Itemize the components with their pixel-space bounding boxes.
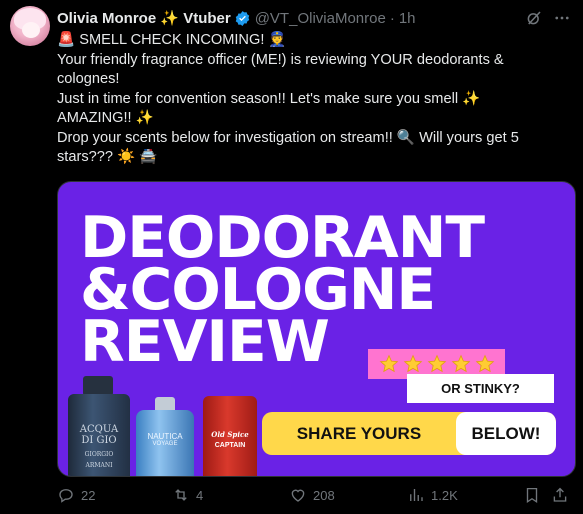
avatar[interactable] [10,6,50,46]
star-icon [403,354,423,374]
stick-label: Old Spice CAPTAIN [205,430,255,449]
bottle-label-sub: VOYAGE [152,441,178,447]
grok-icon[interactable] [525,9,543,27]
star-icon [379,354,399,374]
repost-icon [175,489,187,501]
share-banner: SHARE YOURS BELOW! [262,412,556,455]
views-icon [410,489,423,501]
share-icon [553,487,567,502]
below-text: BELOW! [456,412,556,455]
verified-icon[interactable] [234,10,251,27]
post-header: Olivia Monroe ✨ Vtuber @VT_OliviaMonroe … [57,8,571,28]
image-title: DEODORANT &COLOGNE REVIEW [80,210,485,371]
bottle-label: ACQUA DI GIO GIORGIO ARMANI [74,424,124,471]
stick-label-sub: CAPTAIN [214,442,246,449]
share-button[interactable] [551,486,569,504]
separator-dot: · [389,9,395,27]
bottle-label-main: NAUTICA [147,432,183,441]
repost-count: 4 [196,487,204,503]
reply-icon [59,489,73,503]
reply-count: 22 [81,487,96,503]
bookmark-icon [526,487,538,504]
stinky-label: OR STINKY? [407,374,554,403]
cologne-bottle-cap [83,376,113,396]
post-line: Drop your scents below for investigation… [57,129,519,166]
views-button[interactable]: 1.2K [407,486,458,504]
cologne-bottle: NAUTICA VOYAGE [136,410,194,476]
like-button[interactable]: 208 [289,486,335,504]
like-icon [291,489,305,502]
display-name[interactable]: Olivia Monroe ✨ Vtuber [57,9,231,27]
post-image[interactable]: DEODORANT &COLOGNE REVIEW OR STINKY? ACQ… [57,181,576,477]
deodorant-stick: Old Spice CAPTAIN [203,396,257,476]
post-line: Just in time for convention season!! Let… [57,90,481,127]
stick-label-brand: Old Spice [211,430,249,439]
post-line: Your friendly fragrance officer (ME!) is… [57,51,504,88]
bookmark-button[interactable] [523,486,541,504]
star-icon [451,354,471,374]
cologne-bottle: ACQUA DI GIO GIORGIO ARMANI [68,394,130,476]
views-count: 1.2K [431,487,458,503]
timestamp[interactable]: 1h [399,10,416,27]
repost-button[interactable]: 4 [172,486,203,504]
star-icon [427,354,447,374]
action-bar: 22 4 208 1.2K [57,486,571,506]
reply-button[interactable]: 22 [57,486,95,504]
bottle-label: NAUTICA VOYAGE [136,432,194,447]
star-icon [475,354,495,374]
post-text: 🚨 SMELL CHECK INCOMING! 👮 Your friendly … [57,31,557,168]
avatar-face [22,22,40,38]
handle[interactable]: @VT_OliviaMonroe [255,10,386,27]
header-icons [525,8,571,28]
more-icon[interactable] [553,9,571,27]
share-text: SHARE YOURS [296,423,422,443]
post-line: 🚨 SMELL CHECK INCOMING! 👮 [57,32,287,48]
like-count: 208 [313,487,335,503]
bottle-label-main: ACQUA DI GIO [79,424,119,446]
bottle-label-sub: GIORGIO ARMANI [84,451,114,469]
